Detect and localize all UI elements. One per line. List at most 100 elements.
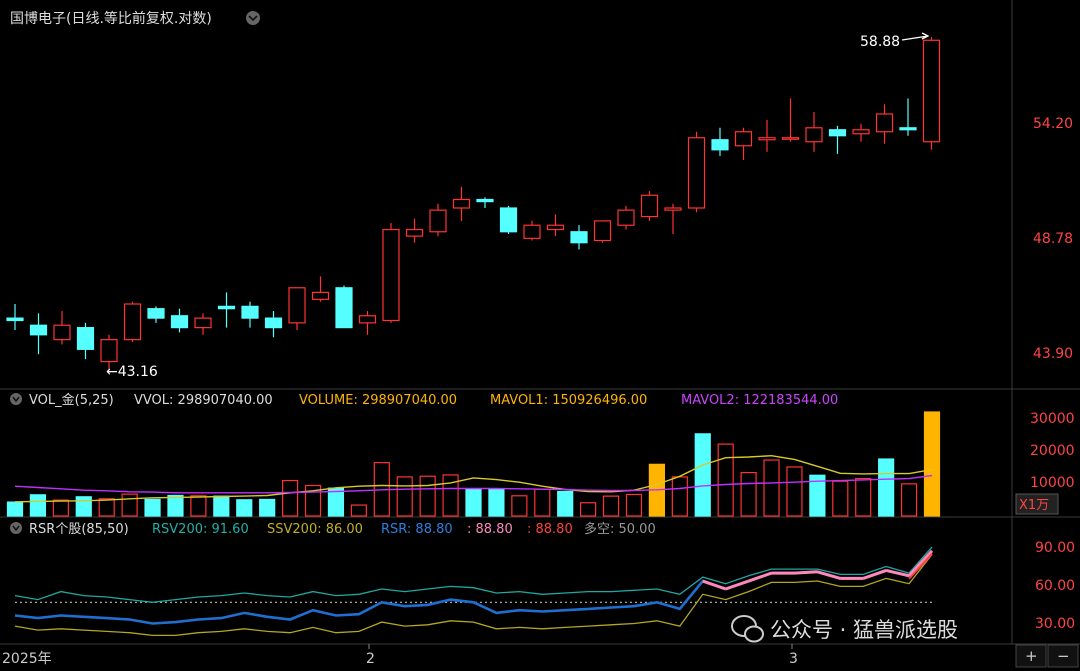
ssv200-value: SSV200: 86.00 (267, 522, 363, 537)
volume-bar (786, 466, 803, 517)
candle-body (429, 209, 447, 233)
volume-bar (419, 475, 436, 517)
rsr-collapse-icon[interactable] (10, 522, 22, 534)
candle-body (640, 194, 659, 218)
candle-body (264, 317, 283, 329)
duokong-value: 多空: 50.00 (584, 521, 656, 537)
candle-body (311, 291, 330, 300)
candle-body (875, 113, 894, 133)
volume-bar (190, 495, 207, 517)
candle-body (76, 327, 95, 350)
candle-body (617, 209, 635, 226)
candle-body (170, 315, 189, 329)
zoom-out-label: − (1057, 647, 1070, 665)
candle-body (711, 139, 729, 151)
volume-axis-label: 30000 (1030, 411, 1075, 427)
price-label: 43.90 (1033, 346, 1073, 362)
volume-bar (396, 476, 413, 517)
candle-body (452, 198, 471, 209)
candle-body (217, 305, 236, 310)
volume-bar (350, 504, 367, 517)
volume-bar (511, 495, 528, 517)
volume-bar (602, 495, 620, 517)
volume-bar (98, 498, 115, 517)
candle (499, 205, 518, 234)
mavol1-value: MAVOL1: 150926496.00 (490, 393, 647, 408)
candle-body (734, 131, 753, 147)
vol-indicator-name: VOL_金(5,25) (29, 392, 114, 408)
vvol-value: VVOL: 298907040.00 (134, 393, 273, 408)
mavol2-value: MAVOL2: 122183544.00 (681, 393, 838, 408)
volume-bar (534, 488, 551, 517)
volume-bar (167, 494, 184, 517)
candle-body (288, 287, 306, 324)
volume-bar (900, 483, 918, 517)
rsr-value: RSR: 88.80 (381, 522, 453, 537)
candle (922, 37, 941, 150)
rsr-axis-label: 30.00 (1035, 616, 1075, 632)
volume-bar (259, 498, 276, 517)
candle-body (499, 207, 518, 233)
candle-body (593, 220, 612, 242)
volume-bar (282, 479, 299, 517)
zoom-out-button[interactable]: − (1047, 644, 1079, 668)
candle-body (805, 127, 823, 143)
volume-axis-label: 20000 (1030, 443, 1075, 459)
candle-body (922, 39, 941, 143)
zoom-in-button[interactable]: + (1015, 644, 1047, 668)
max-price-marker: 58.88 (860, 34, 900, 50)
volume-bar (29, 494, 47, 517)
rsr-indicator-name: RSR个股(85,50) (29, 522, 129, 537)
rsr-axis-label: 90.00 (1035, 540, 1075, 556)
candle (640, 191, 659, 221)
candle (123, 301, 142, 343)
volume-bar (327, 487, 345, 517)
candle-body (899, 127, 917, 131)
candle (335, 285, 353, 329)
title-dropdown-icon[interactable] (246, 11, 260, 25)
volume-bar (763, 459, 780, 517)
volume-bar (75, 496, 92, 517)
rsr-strong-segment (794, 570, 818, 575)
candle-body (758, 137, 776, 141)
volume-bar (557, 490, 574, 517)
candle-body (405, 228, 424, 237)
volume-value: VOLUME: 298907040.00 (299, 393, 457, 408)
volume-bar (855, 477, 872, 517)
candle-body (147, 308, 165, 319)
rsr-axis-label: 60.00 (1035, 578, 1075, 594)
red-value: : 88.80 (527, 522, 573, 537)
candle (593, 220, 612, 243)
candle-body (687, 137, 706, 209)
min-price-marker: ←43.16 (106, 364, 158, 380)
price-label: 54.20 (1033, 116, 1073, 132)
volume-bar (580, 502, 597, 517)
candle-body (664, 207, 682, 211)
candle-body (335, 287, 353, 329)
volume-bar (923, 411, 941, 517)
candle-body (29, 324, 48, 336)
volume-bar (694, 433, 711, 517)
candle (687, 131, 706, 213)
pink-value: : 88.80 (467, 522, 513, 537)
volume-bar (832, 480, 849, 517)
candle-body (781, 137, 800, 140)
volume-axis: 30000 20000 10000 (1030, 411, 1075, 491)
candle-body (241, 305, 259, 319)
volume-bar (213, 495, 230, 517)
candle-body (476, 198, 494, 203)
candle-body (53, 324, 71, 341)
unit-button[interactable]: X1万 (1015, 493, 1059, 515)
rsv200-value: RSV200: 91.60 (152, 522, 249, 537)
volume-bar (671, 476, 688, 517)
candle-body (194, 317, 212, 329)
x-axis-label: 2025年 (2, 651, 52, 667)
vol-collapse-icon[interactable] (10, 393, 22, 405)
candle-body (828, 129, 847, 137)
chart-title: 国博电子(日线.等比前复权.对数) (10, 10, 212, 27)
volume-bar (717, 443, 734, 517)
candle-body (382, 228, 400, 322)
candle-body (523, 224, 541, 239)
unit-button-label: X1万 (1019, 498, 1049, 513)
volume-bar (488, 488, 505, 517)
